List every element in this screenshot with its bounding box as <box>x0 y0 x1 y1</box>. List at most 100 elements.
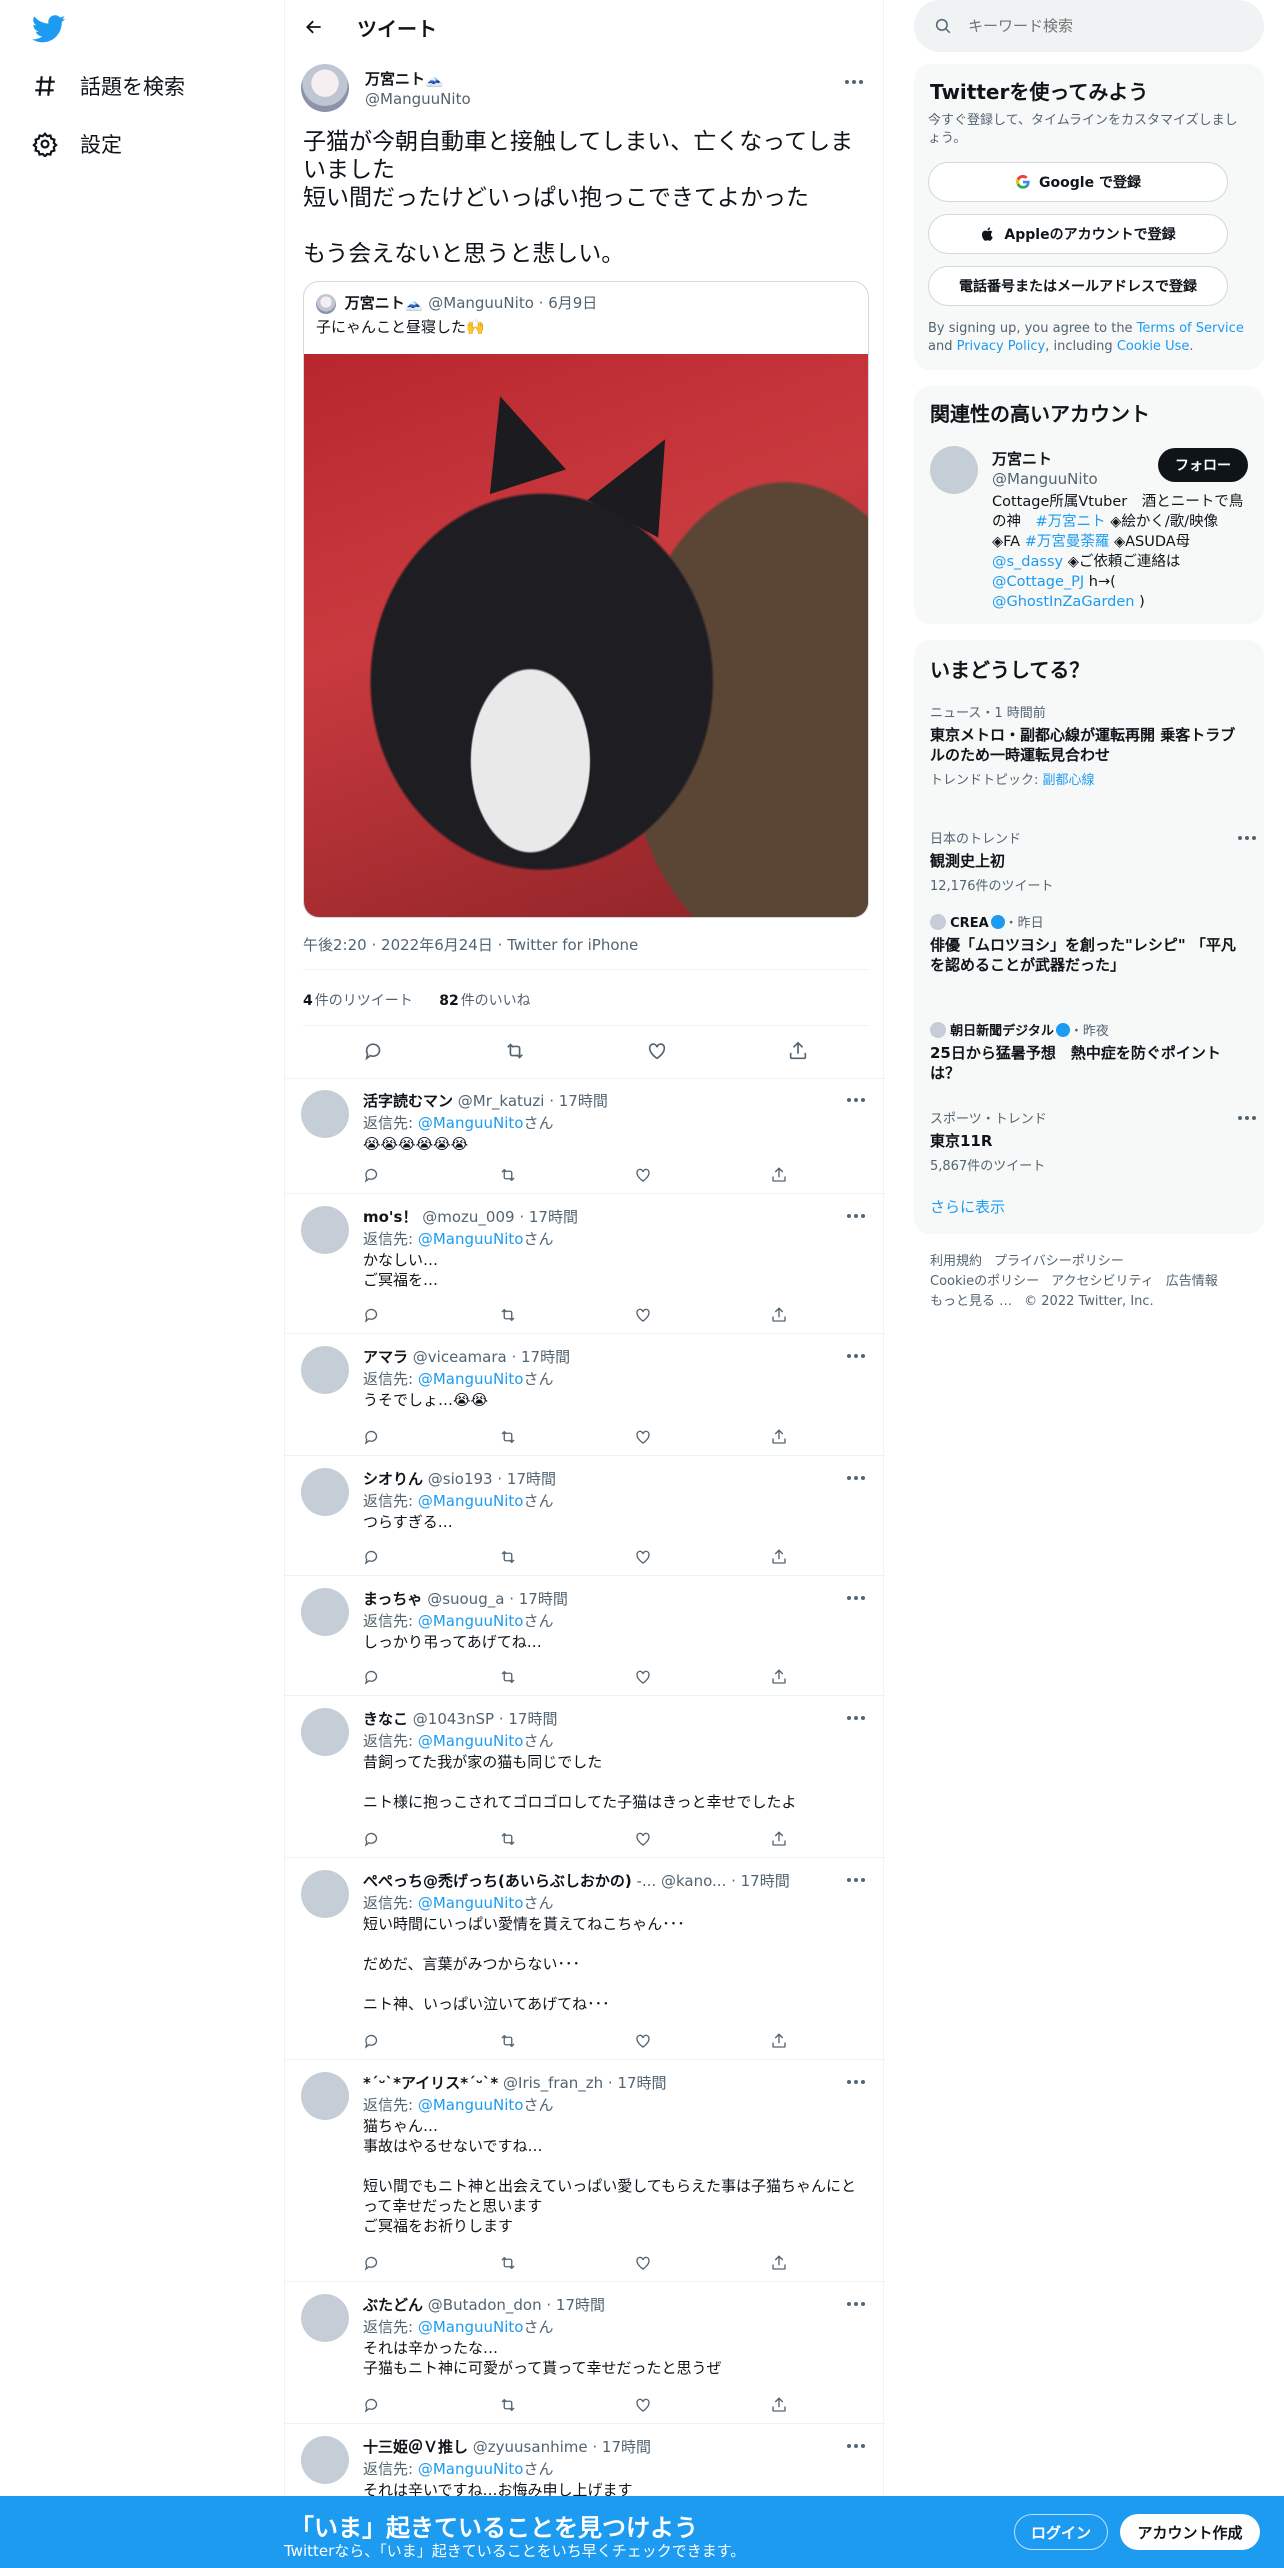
reply-author-handle[interactable]: @suoug_a <box>427 1590 504 1608</box>
reply-author-handle[interactable]: @1043nSP <box>413 1710 494 1728</box>
share-icon[interactable] <box>770 1830 788 1848</box>
bio-hashtag-1[interactable]: #万宮ニト <box>1036 514 1106 530</box>
related-name[interactable]: 万宮ニト <box>992 448 1052 469</box>
search-input[interactable] <box>968 17 1238 35</box>
replying-to-mention[interactable]: @ManguuNito <box>418 1114 524 1132</box>
reply-author-name[interactable]: シオりん <box>363 1470 423 1488</box>
avatar[interactable] <box>301 1588 349 1636</box>
reply-tweet[interactable]: ぺぺっち@禿げっち(あいらぶしおかの) -... @kano... · 17時間… <box>285 1858 885 2060</box>
replying-to-mention[interactable]: @ManguuNito <box>418 1612 524 1630</box>
share-icon[interactable] <box>770 1306 788 1324</box>
replying-to-mention[interactable]: @ManguuNito <box>418 1230 524 1248</box>
reply-author-handle[interactable]: @Mr_katuzi <box>458 1092 545 1110</box>
more-icon[interactable] <box>841 1588 871 1608</box>
avatar[interactable] <box>301 2436 349 2484</box>
reply-icon[interactable] <box>363 2254 381 2272</box>
avatar[interactable] <box>301 2072 349 2120</box>
author-name[interactable]: 万宮ニト🗻 <box>365 68 444 89</box>
reply-author-handle[interactable]: @mozu_009 <box>422 1208 514 1226</box>
reply-author-handle[interactable]: @Butadon_don <box>428 2296 542 2314</box>
reply-tweet[interactable]: シオりん @sio193 · 17時間 返信先: @ManguuNitoさん つらす… <box>285 1456 885 1576</box>
retweet-icon[interactable] <box>499 1668 517 1686</box>
share-icon[interactable] <box>787 1040 809 1062</box>
avatar[interactable] <box>301 1346 349 1394</box>
more-icon[interactable] <box>841 2072 871 2092</box>
reply-time[interactable]: 17時間 <box>508 1710 557 1728</box>
reply-icon[interactable] <box>363 1548 381 1566</box>
avatar[interactable] <box>301 1708 349 1756</box>
reply-time[interactable]: 17時間 <box>559 1092 608 1110</box>
reply-author-name[interactable]: アマラ <box>363 1348 408 1366</box>
related-handle[interactable]: @ManguuNito <box>992 470 1098 488</box>
trend-item[interactable]: ニュース・1 時間前 東京メトロ・副都心線が運転再開 乗客トラブルのため一時運転… <box>930 702 1248 788</box>
retweet-icon[interactable] <box>499 1428 517 1446</box>
share-icon[interactable] <box>770 1428 788 1446</box>
quoted-tweet[interactable]: 万宮ニト🗻 @ManguuNito · 6月9日 子にゃんこと昼寝した🙌 <box>303 281 869 918</box>
reply-time[interactable]: 17時間 <box>556 2296 605 2314</box>
reply-time[interactable]: 17時間 <box>741 1872 790 1890</box>
reply-tweet[interactable]: アマラ @viceamara · 17時間 返信先: @ManguuNitoさんう… <box>285 1334 885 1456</box>
trend-item[interactable]: 日本のトレンド 観測史上初 12,176件のツイート <box>930 828 1256 894</box>
like-icon[interactable] <box>634 2254 652 2272</box>
reply-icon[interactable] <box>363 1428 381 1446</box>
bio-mention-2[interactable]: @Cottage_PJ <box>992 574 1084 590</box>
reply-author-handle[interactable]: @Iris_fran_zh <box>503 2074 603 2092</box>
retweet-icon[interactable] <box>499 1306 517 1324</box>
reply-author-name[interactable]: *ˊᵕˋ*アイリス*ˊᵕˋ* <box>363 2074 498 2092</box>
more-icon[interactable] <box>839 72 869 92</box>
more-icon[interactable] <box>841 1090 871 1110</box>
like-icon[interactable] <box>634 1830 652 1848</box>
quote-photo-kitten[interactable] <box>304 354 868 917</box>
replying-to-mention[interactable]: @ManguuNito <box>418 2318 524 2336</box>
retweet-icon[interactable] <box>499 2032 517 2050</box>
reply-time[interactable]: 17時間 <box>507 1470 556 1488</box>
avatar[interactable] <box>301 1468 349 1516</box>
reply-time[interactable]: 17時間 <box>602 2438 651 2456</box>
show-more-link[interactable]: さらに表示 <box>930 1196 1005 1217</box>
nav-explore[interactable]: 話題を検索 <box>32 58 185 114</box>
avatar[interactable] <box>301 1206 349 1254</box>
retweet-icon[interactable] <box>499 1166 517 1184</box>
replying-to-mention[interactable]: @ManguuNito <box>418 1732 524 1750</box>
back-button[interactable] <box>297 10 331 44</box>
replying-to-mention[interactable]: @ManguuNito <box>418 1894 524 1912</box>
retweet-icon[interactable] <box>499 2254 517 2272</box>
more-icon[interactable] <box>841 2436 871 2456</box>
reply-icon[interactable] <box>363 1166 381 1184</box>
trend-item[interactable]: スポーツ・トレンド 東京11R 5,867件のツイート <box>930 1108 1256 1174</box>
more-icon[interactable] <box>1232 1108 1262 1128</box>
more-icon[interactable] <box>841 1206 871 1226</box>
reply-icon[interactable] <box>363 1306 381 1324</box>
bio-mention-3[interactable]: @GhostInZaGarden <box>992 594 1134 610</box>
reply-author-name[interactable]: mo's！ <box>363 1208 417 1226</box>
twitter-logo-icon[interactable] <box>31 12 72 52</box>
reply-tweet[interactable]: ぶたどん @Butadon_don · 17時間 返信先: @ManguuNito… <box>285 2282 885 2424</box>
more-icon[interactable] <box>841 1870 871 1890</box>
login-button[interactable]: ログイン <box>1014 2514 1108 2550</box>
like-icon[interactable] <box>634 1548 652 1566</box>
reply-tweet[interactable]: 活字読むマン @Mr_katuzi · 17時間 返信先: @ManguuNito… <box>285 1078 885 1194</box>
apple-signup-button[interactable]: Appleのアカウントで登録 <box>928 214 1228 254</box>
avatar[interactable] <box>301 64 349 112</box>
reply-tweet[interactable]: まっちゃ @suoug_a · 17時間 返信先: @ManguuNitoさん しっ… <box>285 1576 885 1696</box>
bio-mention-1[interactable]: @s_dassy <box>992 554 1063 570</box>
reply-author-name[interactable]: きなこ <box>363 1710 408 1728</box>
reply-tweet[interactable]: きなこ @1043nSP · 17時間 返信先: @ManguuNitoさん 昔飼っ… <box>285 1696 885 1858</box>
like-icon[interactable] <box>634 2396 652 2414</box>
more-icon[interactable] <box>841 1468 871 1488</box>
avatar[interactable] <box>301 1870 349 1918</box>
avatar[interactable] <box>301 1090 349 1138</box>
trend-item[interactable]: 朝日新聞デジタル ・昨夜 25日から猛暑予想 熱中症を防ぐポイントは？ <box>930 1020 1248 1083</box>
share-icon[interactable] <box>770 2396 788 2414</box>
related-avatar[interactable] <box>930 446 978 494</box>
trend-item[interactable]: CREA ・昨日 俳優「ムロツヨシ」を創った"レシピ" 「平凡を認めることが武器だ… <box>930 912 1248 975</box>
more-icon[interactable] <box>841 1346 871 1366</box>
retweet-icon[interactable] <box>499 2396 517 2414</box>
create-account-button[interactable]: アカウント作成 <box>1120 2514 1260 2550</box>
reply-tweet[interactable]: mo's！ @mozu_009 · 17時間 返信先: @ManguuNitoさん… <box>285 1194 885 1334</box>
reply-author-handle[interactable]: @sio193 <box>428 1470 493 1488</box>
replying-to-mention[interactable]: @ManguuNito <box>418 2460 524 2478</box>
like-count-link[interactable]: 82 件のいいね <box>439 993 530 1009</box>
retweet-count-link[interactable]: 4 件のリツイート <box>303 993 413 1009</box>
reply-author-name[interactable]: ぶたどん <box>363 2296 423 2314</box>
